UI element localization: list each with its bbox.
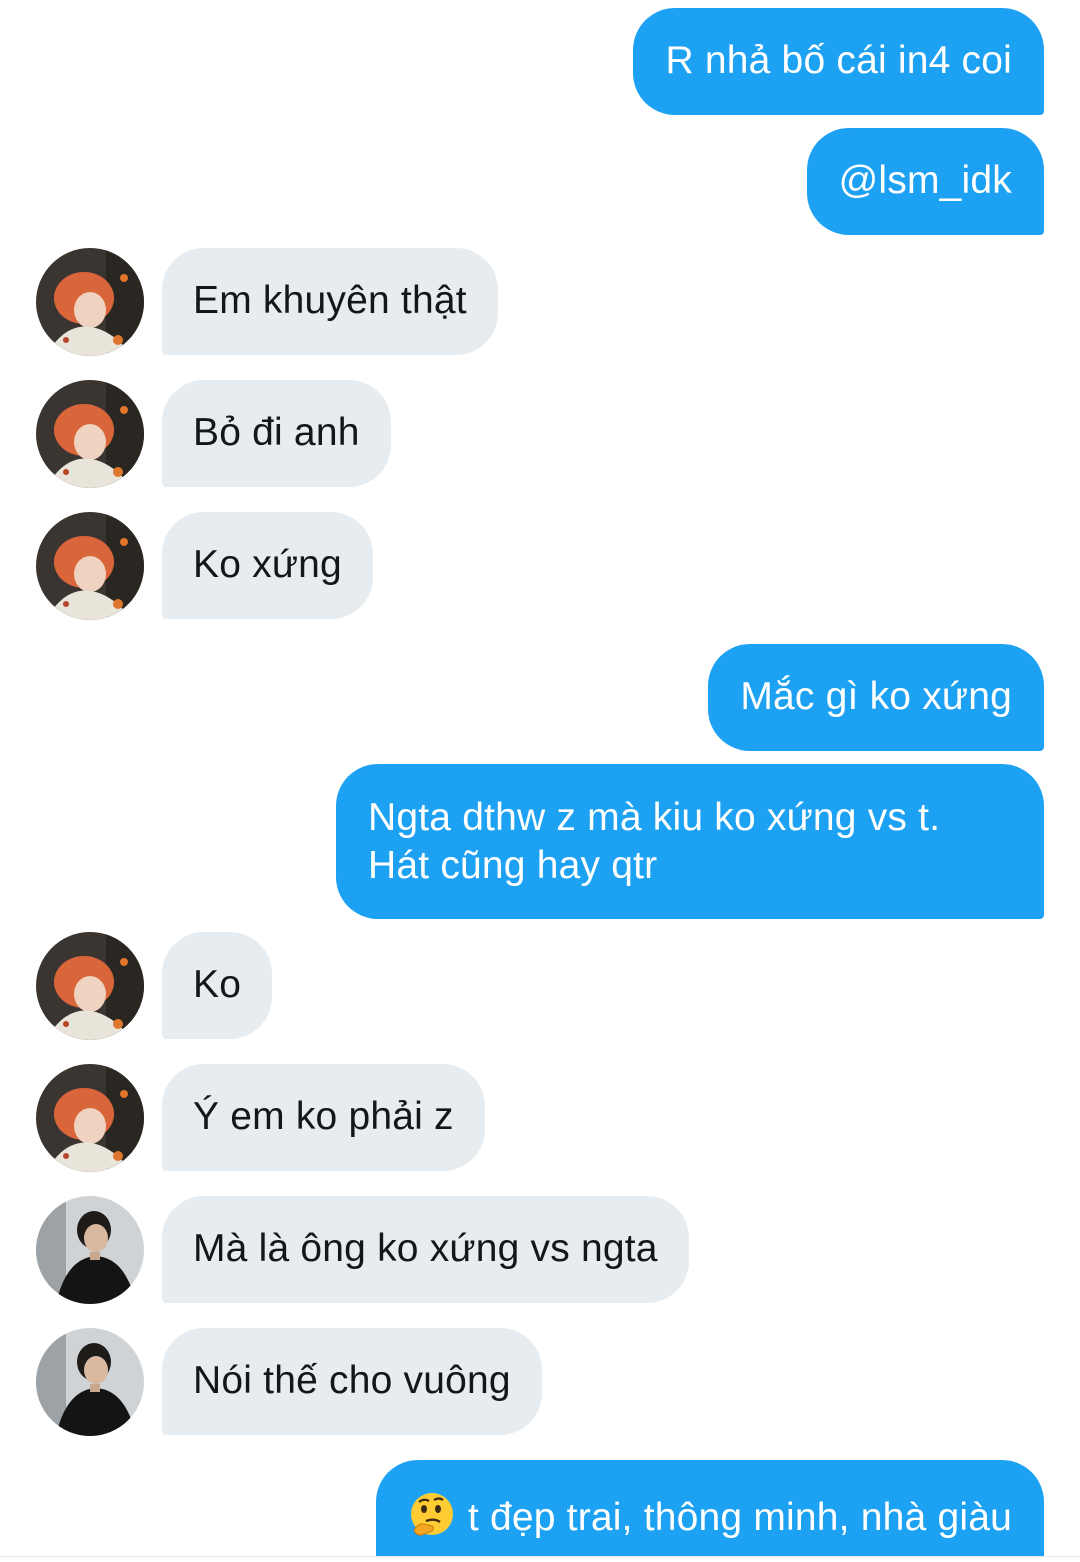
contact-avatar[interactable]	[36, 512, 144, 620]
message-text: Em khuyên thật	[193, 279, 467, 322]
message-text: t đẹp trai, thông minh, nhà giàu	[467, 1496, 1012, 1539]
outgoing-message-bubble[interactable]: @lsm_idk	[806, 128, 1044, 235]
avatar-red-hair-image	[36, 932, 144, 1040]
outgoing-message-bubble[interactable]: Mắc gì ko xứng	[708, 644, 1044, 751]
incoming-message-bubble[interactable]: Ý em ko phải z	[162, 1064, 485, 1171]
message-text: R nhả bố cái in4 coi	[665, 39, 1012, 82]
incoming-message-bubble[interactable]: Ko xứng	[162, 512, 373, 619]
outgoing-message-bubble[interactable]: Ngta dthw z mà kiu ko xứng vs t. Hát cũn…	[336, 764, 1044, 919]
incoming-message-bubble[interactable]: Ko	[162, 932, 273, 1039]
contact-avatar[interactable]	[36, 932, 144, 1040]
conversation-view[interactable]: R nhả bố cái in4 coi @lsm_idk Em khuyên …	[0, 0, 1080, 1562]
incoming-message-bubble[interactable]: Em khuyên thật	[162, 248, 498, 355]
message-text: Mà là ông ko xứng vs ngta	[193, 1227, 658, 1270]
avatar-red-hair-image	[36, 380, 144, 488]
outgoing-message-bubble[interactable]: R nhả bố cái in4 coi	[633, 8, 1044, 115]
contact-avatar[interactable]	[36, 248, 144, 356]
avatar-dark-shirt-image	[36, 1328, 144, 1436]
message-text-row: t đẹp trai, thông minh, nhà giàu	[408, 1490, 1012, 1542]
message-text: Mắc gì ko xứng	[740, 675, 1012, 718]
contact-avatar[interactable]	[36, 1196, 144, 1304]
contact-avatar[interactable]	[36, 1328, 144, 1436]
contact-avatar[interactable]	[36, 380, 144, 488]
message-text: Nói thế cho vuông	[193, 1359, 511, 1402]
outgoing-message-bubble[interactable]: t đẹp trai, thông minh, nhà giàu	[375, 1460, 1044, 1556]
thinking-face-icon	[408, 1490, 456, 1538]
message-text: Ý em ko phải z	[193, 1095, 454, 1138]
incoming-message-bubble[interactable]: Nói thế cho vuông	[162, 1328, 542, 1435]
message-text: Bỏ đi anh	[193, 411, 360, 454]
message-text: @lsm_idk	[838, 159, 1012, 202]
message-text: Ko	[193, 963, 242, 1006]
incoming-message-bubble[interactable]: Bỏ đi anh	[162, 380, 391, 487]
message-text-line: Hát cũng hay qtr	[368, 844, 658, 887]
screen-bottom-edge	[0, 1556, 1080, 1562]
avatar-red-hair-image	[36, 512, 144, 620]
message-text-line: Ngta dthw z mà kiu ko xứng vs t.	[368, 796, 941, 839]
contact-avatar[interactable]	[36, 1064, 144, 1172]
avatar-red-hair-image	[36, 1064, 144, 1172]
avatar-dark-shirt-image	[36, 1196, 144, 1304]
message-text: Ko xứng	[193, 543, 342, 586]
incoming-message-bubble[interactable]: Mà là ông ko xứng vs ngta	[162, 1196, 689, 1303]
avatar-red-hair-image	[36, 248, 144, 356]
